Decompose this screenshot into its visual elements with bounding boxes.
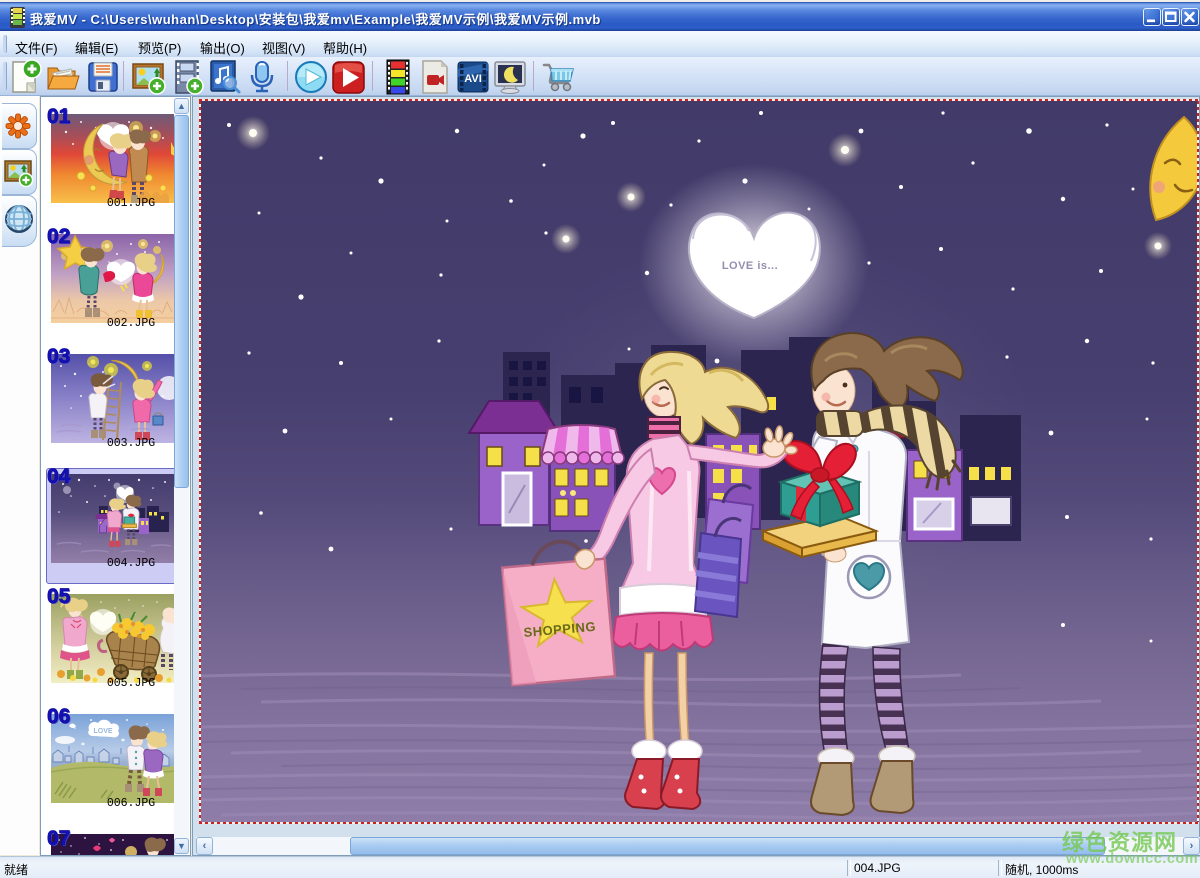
svg-text:LOVE: LOVE [93, 728, 112, 735]
svg-text:AVI: AVI [464, 73, 482, 85]
